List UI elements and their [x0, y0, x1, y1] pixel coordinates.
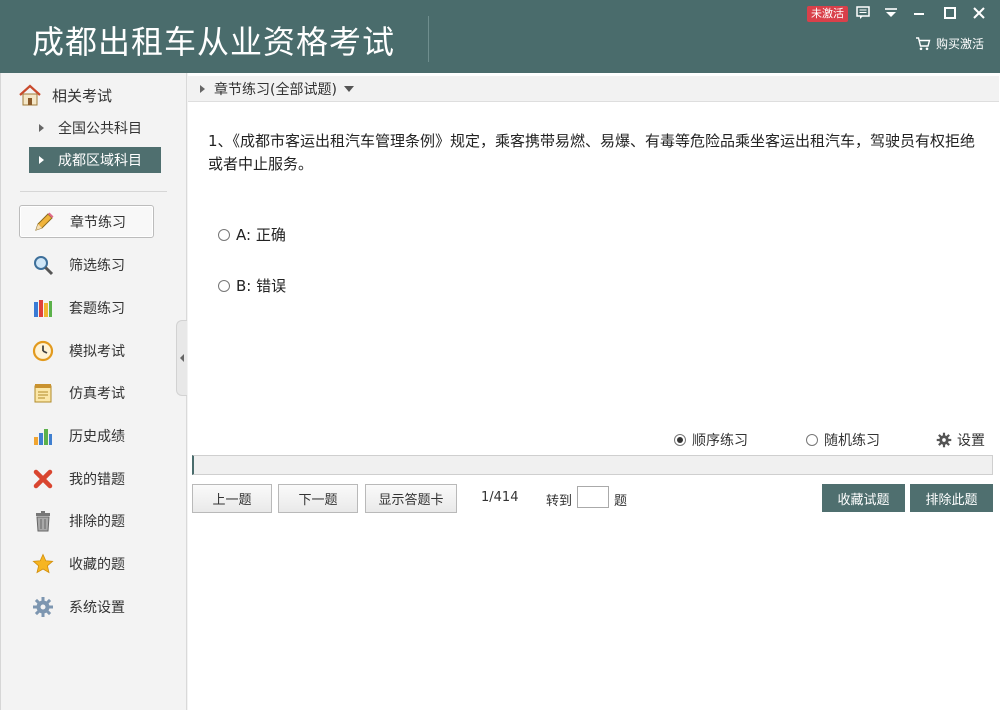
star-icon	[31, 552, 55, 576]
nav-label: 我的错题	[69, 471, 125, 488]
nav-label: 筛选练习	[69, 257, 125, 274]
option-b-radio[interactable]	[218, 279, 230, 292]
goto-question-input[interactable]	[577, 486, 609, 508]
nav-label: 收藏的题	[69, 556, 125, 573]
section-title: 相关考试	[52, 86, 113, 105]
books-icon	[31, 296, 55, 320]
title-bar: 成都出租车从业资格考试 未激活 购买激活	[0, 0, 1000, 73]
notepad-icon	[31, 381, 55, 405]
nav-label: 仿真考试	[69, 385, 125, 402]
app-title: 成都出租车从业资格考试	[32, 23, 396, 61]
subject-label: 全国公共科目	[58, 121, 142, 137]
maximize-icon[interactable]	[939, 3, 961, 23]
gear-icon	[936, 432, 952, 448]
chevron-down-icon[interactable]	[343, 85, 354, 92]
magnifier-icon	[31, 253, 55, 277]
caret-right-icon	[39, 124, 44, 132]
nav-excluded-questions[interactable]: 排除的题	[19, 504, 154, 537]
sequential-radio[interactable]	[674, 434, 686, 446]
option-label: A: 正确	[236, 226, 286, 244]
feedback-icon[interactable]	[852, 3, 874, 23]
exclude-question-button[interactable]: 排除此题	[910, 484, 993, 512]
close-icon[interactable]	[968, 3, 990, 23]
random-radio[interactable]	[806, 434, 818, 446]
collapse-sidebar-button[interactable]	[176, 320, 187, 396]
nav-label: 历史成绩	[69, 428, 125, 445]
favorite-question-button[interactable]: 收藏试题	[822, 484, 905, 512]
clock-icon	[31, 339, 55, 363]
subject-chengdu-regional[interactable]: 成都区域科目	[29, 147, 161, 173]
show-answer-card-button[interactable]: 显示答题卡	[365, 484, 457, 513]
nav-system-settings[interactable]: 系统设置	[19, 590, 154, 623]
mode-label: 顺序练习	[692, 433, 748, 449]
nav-mock-exam[interactable]: 模拟考试	[19, 334, 154, 367]
bar-chart-icon	[31, 424, 55, 448]
nav-label: 套题练习	[69, 300, 125, 317]
gear-icon	[31, 595, 55, 619]
activation-status-badge[interactable]: 未激活	[807, 6, 848, 22]
option-label: B: 错误	[236, 277, 287, 295]
title-divider	[428, 16, 429, 62]
sidebar-divider	[20, 191, 167, 192]
buy-label: 购买激活	[936, 37, 985, 51]
goto-label: 转到	[546, 494, 573, 509]
mode-label: 随机练习	[824, 433, 880, 449]
related-exams-header: 相关考试	[18, 84, 112, 106]
question-counter: 1/414	[481, 490, 519, 505]
nav-filter-practice[interactable]: 筛选练习	[19, 248, 154, 281]
nav-label: 章节练习	[70, 214, 126, 231]
nav-label: 排除的题	[69, 513, 125, 530]
caret-right-icon	[39, 156, 44, 164]
subject-national-public[interactable]: 全国公共科目	[29, 115, 161, 141]
nav-favorite-questions[interactable]: 收藏的题	[19, 547, 154, 580]
goto-suffix: 题	[614, 494, 628, 509]
nav-simulation-exam[interactable]: 仿真考试	[19, 376, 154, 409]
breadcrumb-label: 章节练习(全部试题)	[214, 81, 337, 98]
prev-question-button[interactable]: 上一题	[192, 484, 272, 513]
nav-my-wrong-answers[interactable]: 我的错题	[19, 462, 154, 495]
mode-random[interactable]: 随机练习	[806, 430, 880, 450]
nav-chapter-practice[interactable]: 章节练习	[19, 205, 154, 238]
settings-label: 设置	[957, 433, 985, 449]
home-icon	[19, 84, 41, 106]
progress-bar	[192, 455, 993, 475]
red-x-icon	[31, 467, 55, 491]
nav-history-scores[interactable]: 历史成绩	[19, 419, 154, 452]
settings-button[interactable]: 设置	[936, 430, 985, 450]
option-a[interactable]: A: 正确	[218, 224, 286, 245]
question-text: 1、《成都市客运出租汽车管理条例》规定，乘客携带易燃、易爆、有毒等危险品乘坐客运…	[208, 132, 976, 173]
buy-activation-button[interactable]: 购买激活	[915, 35, 984, 52]
next-question-button[interactable]: 下一题	[278, 484, 358, 513]
minimize-icon[interactable]	[908, 3, 930, 23]
mode-sequential[interactable]: 顺序练习	[674, 430, 748, 450]
nav-label: 系统设置	[69, 599, 125, 616]
chevron-left-icon	[180, 354, 184, 362]
option-b[interactable]: B: 错误	[218, 275, 286, 296]
pencil-icon	[32, 210, 56, 234]
subject-label: 成都区域科目	[58, 153, 142, 169]
nav-label: 模拟考试	[69, 343, 125, 360]
caret-right-icon	[200, 84, 205, 93]
breadcrumb: 章节练习(全部试题)	[188, 76, 999, 102]
nav-set-practice[interactable]: 套题练习	[19, 291, 154, 324]
option-a-radio[interactable]	[218, 228, 230, 241]
trash-icon	[31, 509, 55, 533]
cart-icon	[916, 37, 931, 51]
menu-dropdown-icon[interactable]	[880, 3, 902, 23]
